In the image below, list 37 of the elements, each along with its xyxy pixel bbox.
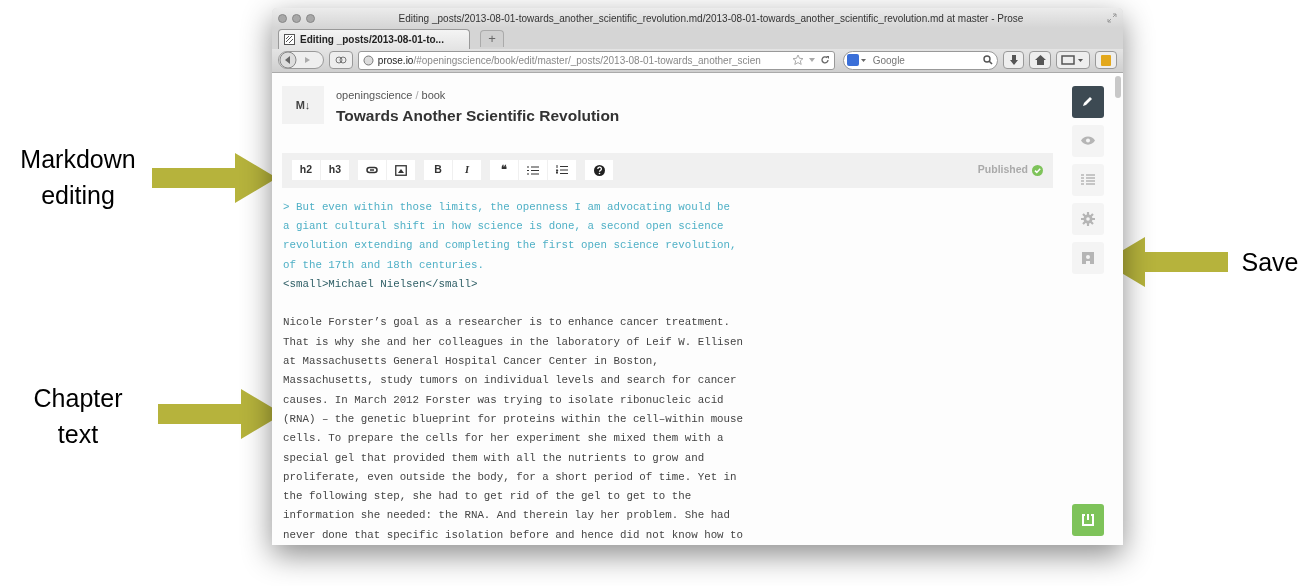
repo-owner-link[interactable]: openingscience (336, 86, 413, 104)
text-line: at Massachusetts General Hospital Cancer Center in Boston, (283, 354, 660, 370)
callout-label: Save (1240, 247, 1300, 278)
browser-tab[interactable]: Editing _posts/2013-08-01-to... (278, 28, 470, 49)
blockquote-line: of the 17th and 18th centuries. (283, 257, 485, 273)
search-field[interactable]: Google (842, 50, 998, 70)
text-line: proliferate, even outside the body, for a short period of time. Yet in (283, 469, 738, 485)
text-line: the following step, she had to get rid of the gel to get to the (283, 489, 693, 505)
document-title: Towards Another Scientific Revolution (336, 106, 620, 127)
bold-button[interactable]: B (424, 160, 452, 181)
text-line: That is why she and her colleagues in the laboratory of Leif W. Ellisen (283, 334, 745, 350)
text-line: Massachusetts, study tumors on individual levels and search for cancer (283, 373, 738, 389)
text-line: never done that specific isolation before and hence did not know how to (283, 527, 745, 543)
blockquote-line: a giant cultural shift in how science is done, a second open science (283, 218, 725, 234)
format-button[interactable]: h3 (321, 160, 349, 181)
text-line: cells. To prepare the cells for her experiment she mixed them with a (283, 431, 725, 447)
text-line: (RNA) – the genetic blueprint for proteins within the cell–within mouse (283, 411, 745, 427)
format-button[interactable]: h2 (292, 160, 320, 181)
breadcrumb-separator: / (415, 87, 419, 103)
text-line: information she needed: the RNA. And therein lay her problem. She had (283, 508, 732, 524)
text-line: special gel that provided them with all the nutrients to grow and (283, 450, 706, 466)
text-line: Nicole Forster’s goal as a researcher is to enhance cancer treatment. (283, 315, 732, 331)
callout-label: Chapter text (32, 383, 124, 450)
text-line: causes. In March 2012 Forster was trying to isolate ribonucleic acid (283, 392, 725, 408)
repo-link[interactable]: book (421, 86, 446, 104)
publish-status: Published (977, 162, 1028, 178)
blockquote-line: revolution extending and completing the first open science revolution, (283, 238, 738, 254)
html-line: <small>Michael Nielsen</small> (283, 276, 479, 292)
italic-button[interactable]: I (453, 160, 481, 181)
markdown-file-badge: M↓ (282, 85, 324, 124)
url-text: prose.io/#openingscience/book/edit/master/_posts/2013-08-01-towards_another_scien (377, 53, 761, 68)
format-button[interactable]: ❝ (490, 160, 518, 181)
blockquote-line: > But even within those limits, the openness I am advocating would be (283, 199, 732, 215)
callout-label: Markdown editing (19, 144, 137, 211)
window-title: Editing _posts/2013-08-01-towards_another_scientific_revolution.md/2013-08-01-towards_another_scientific_revolution.md at master - Prose (397, 11, 1025, 26)
new-tab-button[interactable]: + (480, 29, 504, 47)
address-bar[interactable]: prose.io/#openingscience/book/edit/master/_posts/2013-08-01-towards_another_scien (357, 50, 835, 70)
